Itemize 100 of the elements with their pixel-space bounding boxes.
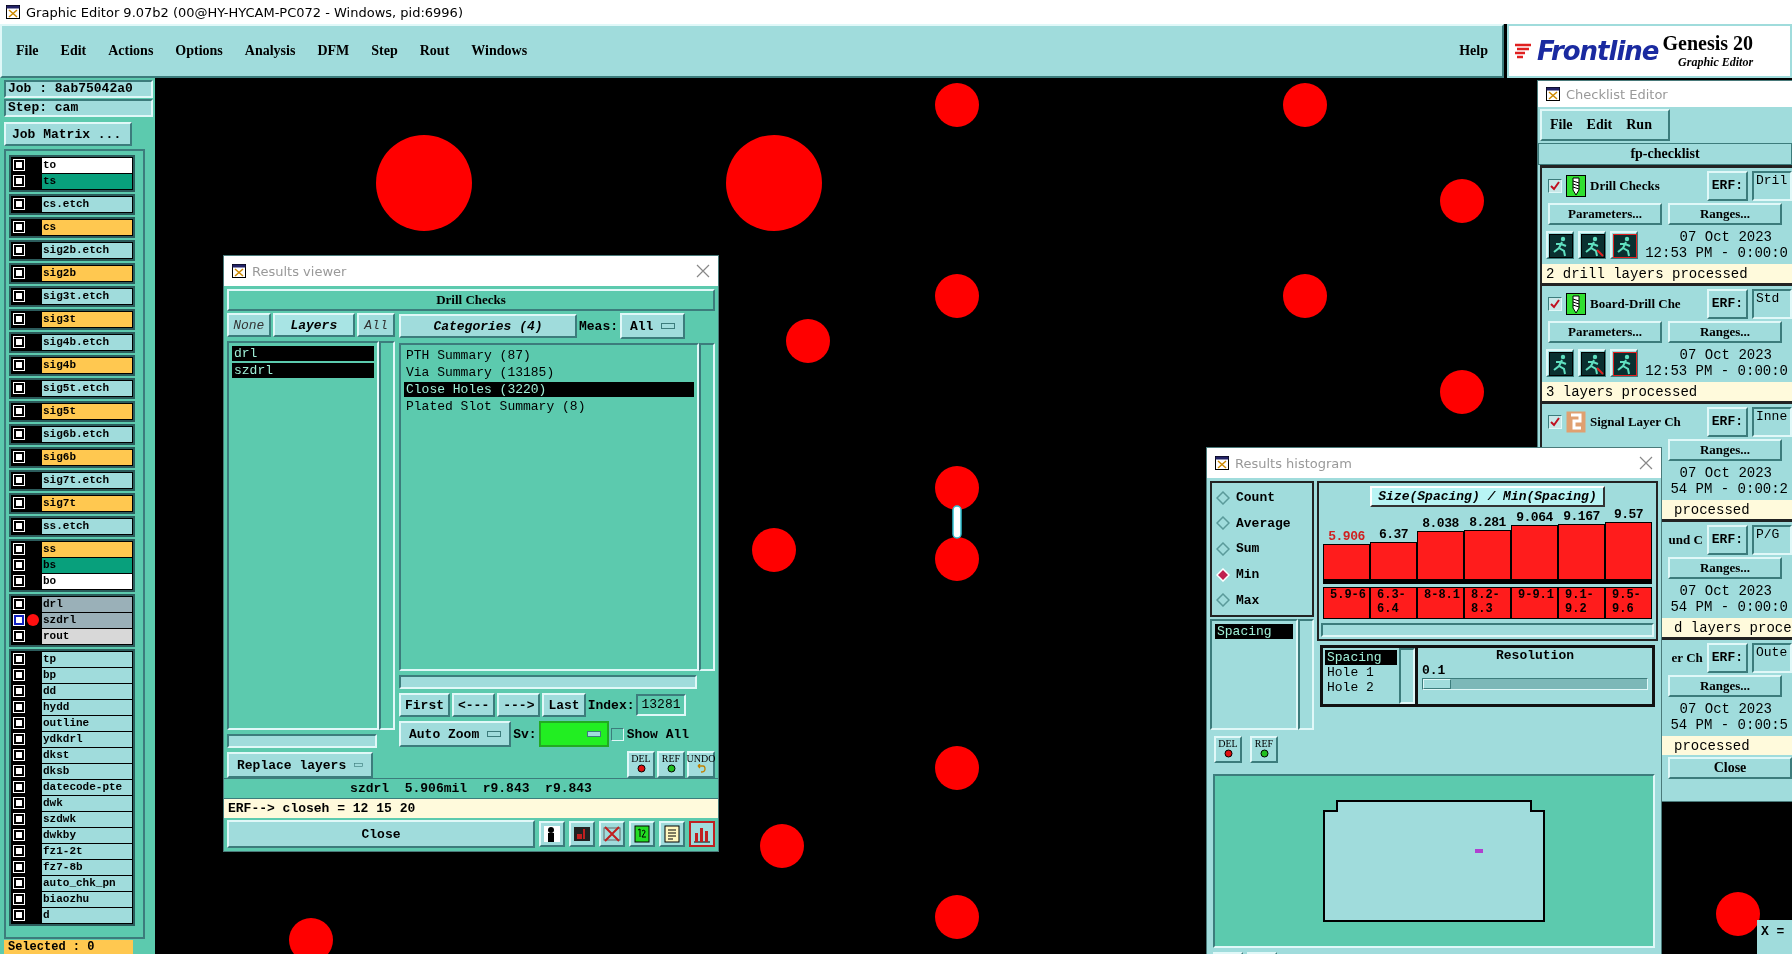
layer-name[interactable]: ss.etch: [42, 519, 132, 534]
nav-button[interactable]: <---: [452, 693, 496, 717]
radio-button[interactable]: [1216, 542, 1230, 556]
layer-name[interactable]: sig2b: [42, 266, 132, 281]
replace-mode-dropdown[interactable]: Replace layers: [227, 752, 373, 778]
layer-checkbox[interactable]: [14, 846, 24, 856]
close-button[interactable]: Close: [1668, 757, 1792, 779]
erf-field[interactable]: Std: [1752, 288, 1792, 319]
layer-checkbox[interactable]: [14, 360, 24, 370]
job-matrix-button[interactable]: Job Matrix ...: [4, 122, 132, 146]
layer-checkbox[interactable]: [14, 245, 24, 255]
resolution-slider[interactable]: [1422, 678, 1648, 691]
layer-name[interactable]: sig5t: [42, 404, 132, 419]
layer-checkbox[interactable]: [14, 631, 24, 641]
layer-checkbox[interactable]: [14, 544, 24, 554]
meas-dropdown[interactable]: All: [620, 313, 686, 339]
layer-filter-tab[interactable]: None: [227, 313, 271, 337]
close-icon[interactable]: [696, 264, 710, 278]
layer-checkbox[interactable]: [14, 406, 24, 416]
layer-name[interactable]: outline: [42, 716, 132, 731]
layer-name[interactable]: dksb: [42, 764, 132, 779]
menu-item[interactable]: DFM: [317, 43, 350, 59]
layer-checkbox[interactable]: [14, 521, 24, 531]
erf-button[interactable]: ERF:: [1706, 170, 1748, 201]
list-item[interactable]: szdrl: [232, 363, 374, 378]
layer-name[interactable]: drl: [42, 597, 132, 612]
layer-name[interactable]: auto_chk_pn: [42, 876, 132, 891]
layer-checkbox[interactable]: [14, 560, 24, 570]
layer-name[interactable]: datecode-pte: [42, 780, 132, 795]
layer-name[interactable]: cs: [42, 220, 132, 235]
ranges-button[interactable]: Ranges...: [1668, 557, 1782, 580]
layer-checkbox[interactable]: [14, 576, 24, 586]
layer-name[interactable]: sig5t.etch: [42, 381, 132, 396]
layer-checkbox[interactable]: [14, 782, 24, 792]
layer-name[interactable]: biaozhu: [42, 892, 132, 907]
list-item[interactable]: drl: [232, 346, 374, 361]
layer-checkbox[interactable]: [14, 686, 24, 696]
layer-name[interactable]: to: [42, 158, 132, 173]
layer-name[interactable]: cs.etch: [42, 197, 132, 212]
index-field[interactable]: 13281: [636, 694, 686, 716]
radio-button[interactable]: [1216, 490, 1230, 505]
close-icon[interactable]: [1639, 456, 1653, 470]
list-item[interactable]: Hole 2: [1325, 680, 1397, 696]
scrollbar[interactable]: [1399, 648, 1415, 705]
layer-checkbox[interactable]: [14, 498, 24, 508]
entry-checkbox[interactable]: [1548, 296, 1562, 311]
entry-checkbox[interactable]: [1548, 178, 1562, 193]
layer-checkbox[interactable]: [14, 222, 24, 232]
close-button[interactable]: Close: [227, 820, 535, 848]
layer-checkbox[interactable]: [14, 766, 24, 776]
show-all-checkbox[interactable]: [610, 727, 624, 741]
menu-item[interactable]: Step: [371, 43, 398, 59]
menu-item[interactable]: Actions: [108, 43, 154, 59]
entry-checkbox[interactable]: [1548, 414, 1562, 429]
erf-button[interactable]: ERF:: [1706, 524, 1748, 555]
slider-thumb[interactable]: [1423, 679, 1451, 690]
nav-button[interactable]: --->: [497, 693, 541, 717]
layer-name[interactable]: rout: [42, 629, 132, 644]
layer-checkbox[interactable]: [14, 750, 24, 760]
menu-item[interactable]: Rout: [419, 43, 450, 59]
layer-name[interactable]: dwk: [42, 796, 132, 811]
layer-checkbox[interactable]: [14, 199, 24, 209]
layer-name[interactable]: dwkby: [42, 828, 132, 843]
ref-button[interactable]: REF: [1250, 736, 1278, 763]
layer-checkbox[interactable]: [14, 830, 24, 840]
layer-name[interactable]: bp: [42, 668, 132, 683]
menu-item[interactable]: Options: [175, 43, 223, 59]
layer-name[interactable]: d: [42, 908, 132, 923]
layer-checkbox[interactable]: [14, 894, 24, 904]
layer-checkbox[interactable]: [14, 429, 24, 439]
layer-checkbox[interactable]: [14, 798, 24, 808]
layer-name[interactable]: fz7-8b: [42, 860, 132, 875]
layer-checkbox[interactable]: [14, 314, 24, 324]
erf-field[interactable]: P/G: [1752, 524, 1792, 555]
del-button[interactable]: DEL: [1214, 736, 1242, 763]
layer-checkbox[interactable]: [14, 718, 24, 728]
layer-checkbox[interactable]: [14, 599, 24, 609]
layer-name[interactable]: szdrl: [42, 613, 132, 628]
layer-checkbox[interactable]: [14, 268, 24, 278]
erf-field[interactable]: Oute: [1752, 642, 1792, 673]
menu-item[interactable]: File: [1550, 117, 1573, 133]
scrollbar[interactable]: [699, 343, 715, 671]
scrollbar[interactable]: [1298, 619, 1314, 730]
layer-checkbox[interactable]: [14, 862, 24, 872]
erf-button[interactable]: ERF:: [1706, 288, 1748, 319]
undo-button[interactable]: UNDO: [687, 751, 715, 778]
layer-name[interactable]: ydkdrl: [42, 732, 132, 747]
layer-name[interactable]: dkst: [42, 748, 132, 763]
list-item[interactable]: Close Holes (3220): [404, 382, 694, 397]
list-item[interactable]: Plated Slot Summary (8): [404, 399, 694, 414]
scrollbar[interactable]: [1321, 623, 1654, 638]
scrollbar[interactable]: [379, 341, 395, 730]
parameters-button[interactable]: Parameters...: [1548, 203, 1662, 226]
layer-checkbox[interactable]: [14, 475, 24, 485]
layer-checkbox[interactable]: [14, 176, 24, 186]
layer-name[interactable]: bs: [42, 558, 132, 573]
layer-name[interactable]: sig4b.etch: [42, 335, 132, 350]
scrollbar[interactable]: [399, 675, 697, 689]
erf-button[interactable]: ERF:: [1706, 406, 1748, 437]
layer-name[interactable]: szdwk: [42, 812, 132, 827]
